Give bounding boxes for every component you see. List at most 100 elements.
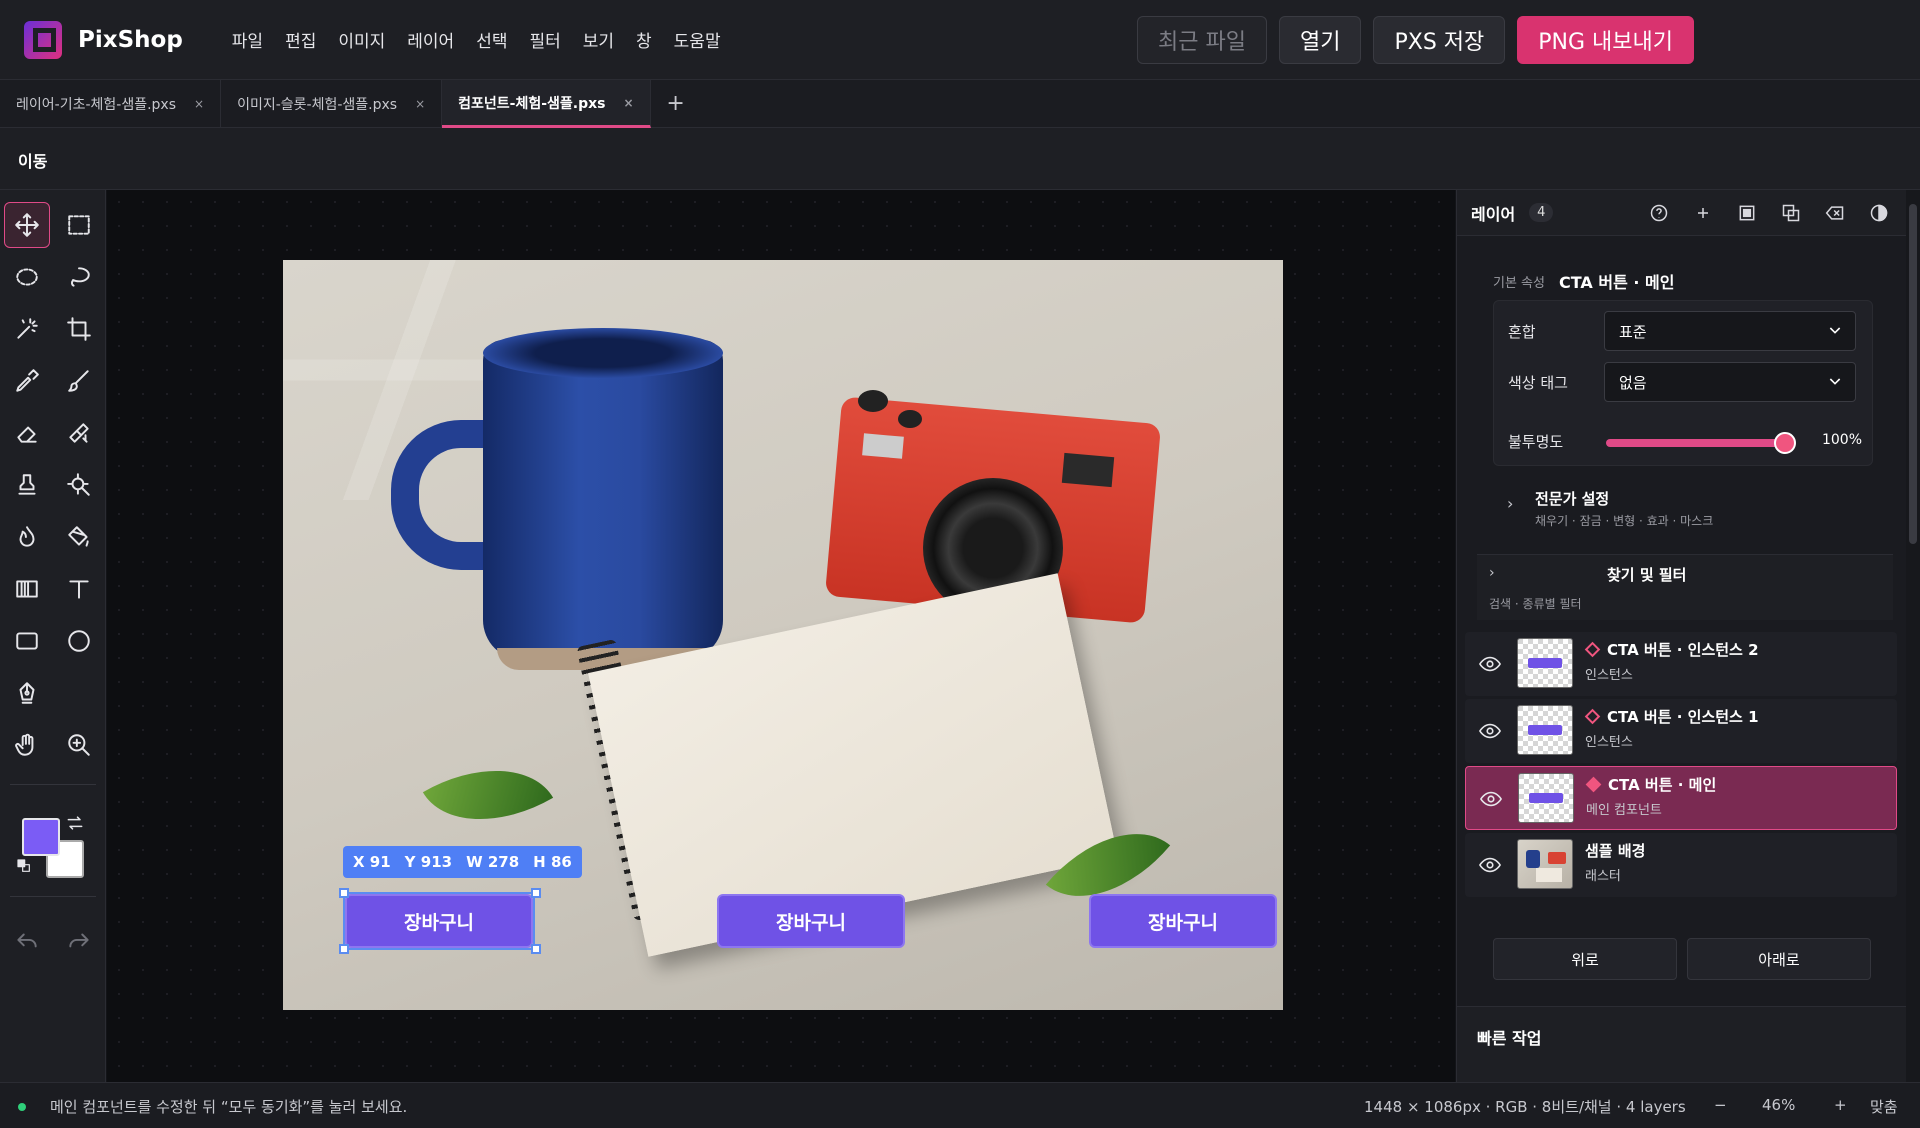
cta-label: 장바구니 xyxy=(1148,911,1218,934)
camera-viewfinder xyxy=(862,433,904,459)
brush-icon xyxy=(68,370,89,392)
color-tag-select[interactable]: 없음 xyxy=(1604,362,1856,402)
fill-tool[interactable] xyxy=(56,514,102,560)
burn-tool[interactable] xyxy=(4,514,50,560)
magic-wand-tool[interactable] xyxy=(4,306,50,352)
redo-button[interactable] xyxy=(56,918,102,964)
healing-tool[interactable] xyxy=(56,410,102,456)
toolbar-divider xyxy=(10,896,96,897)
mask-button[interactable] xyxy=(1732,198,1762,228)
tab-component[interactable]: 컴포넌트-체험-샘플.pxs × xyxy=(442,80,651,128)
fit-button[interactable]: 맞춤 xyxy=(1870,1096,1898,1117)
canvas-area[interactable]: 장바구니 장바구니 장바구니 X 91 Y 913 W 278 H 86 xyxy=(107,190,1455,1082)
move-down-button[interactable]: 아래로 xyxy=(1687,938,1871,980)
menu-edit[interactable]: 편집 xyxy=(274,27,327,52)
readout-x: X 91 xyxy=(353,853,391,871)
props-layer-name: CTA 버튼 · 메인 xyxy=(1559,273,1675,292)
duplicate-button[interactable] xyxy=(1776,198,1806,228)
layer-row[interactable]: 샘플 배경 래스터 xyxy=(1465,833,1897,897)
layer-list: CTA 버튼 · 인스턴스 2 인스턴스 CTA 버튼 · 인스턴스 1 인스턴… xyxy=(1465,632,1897,900)
marquee-tool[interactable] xyxy=(56,202,102,248)
visibility-toggle[interactable] xyxy=(1478,721,1502,741)
sharpen-tool[interactable] xyxy=(56,462,102,508)
visibility-toggle[interactable] xyxy=(1478,855,1502,875)
resize-handle-br[interactable] xyxy=(531,944,541,954)
hand-tool[interactable] xyxy=(4,722,50,768)
pen-tool[interactable] xyxy=(4,670,50,716)
text-tool[interactable] xyxy=(56,566,102,612)
panel-header: 레이어 4 xyxy=(1457,190,1906,236)
menu-file[interactable]: 파일 xyxy=(221,27,274,52)
resize-handle-tl[interactable] xyxy=(339,888,349,898)
move-up-button[interactable]: 위로 xyxy=(1493,938,1677,980)
swap-colors-button[interactable] xyxy=(62,810,88,836)
move-tool[interactable] xyxy=(4,202,50,248)
menu-view[interactable]: 보기 xyxy=(572,27,625,52)
undo-icon xyxy=(17,933,37,948)
menu-window[interactable]: 창 xyxy=(625,27,663,52)
tab-layer-basics[interactable]: 레이어-기초-체험-샘플.pxs × xyxy=(0,80,222,128)
layer-row-selected[interactable]: CTA 버튼 · 메인 메인 컴포넌트 xyxy=(1465,766,1897,830)
artboard[interactable]: 장바구니 장바구니 장바구니 X 91 Y 913 W 278 H 86 xyxy=(283,260,1283,1010)
zoom-tool[interactable] xyxy=(56,722,102,768)
blend-mode-select[interactable]: 표준 xyxy=(1604,311,1856,351)
eraser-tool[interactable] xyxy=(4,410,50,456)
scrollbar-thumb[interactable] xyxy=(1909,204,1917,544)
find-filter-toggle[interactable]: › 찾기 및 필터 검색 · 종류별 필터 xyxy=(1477,554,1893,620)
opacity-slider[interactable] xyxy=(1606,439,1782,447)
help-button[interactable] xyxy=(1644,198,1674,228)
layer-row[interactable]: CTA 버튼 · 인스턴스 2 인스턴스 xyxy=(1465,632,1897,696)
rectangle-tool[interactable] xyxy=(4,618,50,664)
mug-rim xyxy=(483,328,723,378)
close-icon[interactable]: × xyxy=(624,96,634,110)
close-icon[interactable]: × xyxy=(415,97,425,111)
visibility-toggle[interactable] xyxy=(1478,654,1502,674)
cta-button-instance-1[interactable]: 장바구니 xyxy=(717,894,905,948)
find-subtitle: 검색 · 종류별 필터 xyxy=(1489,597,1582,611)
foreground-color-swatch[interactable] xyxy=(22,818,60,856)
props-section-label: 기본 속성 xyxy=(1493,276,1545,291)
open-button[interactable]: 열기 xyxy=(1279,16,1362,64)
adjustment-button[interactable] xyxy=(1864,198,1894,228)
move-icon xyxy=(15,213,39,237)
undo-button[interactable] xyxy=(4,918,50,964)
active-tool-name: 이동 xyxy=(18,152,48,171)
resize-handle-bl[interactable] xyxy=(339,944,349,954)
recent-files-button[interactable]: 최근 파일 xyxy=(1137,16,1267,64)
add-layer-button[interactable] xyxy=(1688,198,1718,228)
menu-filter[interactable]: 필터 xyxy=(518,27,571,52)
opacity-slider-thumb[interactable] xyxy=(1774,432,1796,454)
zoom-in-button[interactable]: + xyxy=(1834,1096,1847,1114)
resize-handle-tr[interactable] xyxy=(531,888,541,898)
export-png-button[interactable]: PNG 내보내기 xyxy=(1517,16,1694,64)
status-message: 메인 컴포넌트를 수정한 뒤 “모두 동기화”를 눌러 보세요. xyxy=(50,1098,408,1116)
expert-settings-toggle[interactable]: › 전문가 설정 채우기 · 잠금 · 변형 · 효과 · 마스크 xyxy=(1493,474,1893,536)
menu-image[interactable]: 이미지 xyxy=(327,27,396,52)
panel-scrollbar[interactable] xyxy=(1906,190,1920,1082)
lasso-tool[interactable] xyxy=(56,254,102,300)
selection-box[interactable] xyxy=(343,892,535,950)
new-tab-button[interactable]: + xyxy=(651,80,701,127)
delete-layer-button[interactable] xyxy=(1820,198,1850,228)
readout-w: W 278 xyxy=(466,853,520,871)
menu-select[interactable]: 선택 xyxy=(465,27,518,52)
gradient-tool[interactable] xyxy=(4,566,50,612)
save-pxs-button[interactable]: PXS 저장 xyxy=(1373,16,1506,64)
menu-help[interactable]: 도움말 xyxy=(663,27,732,52)
cta-button-instance-2[interactable]: 장바구니 xyxy=(1089,894,1277,948)
layer-name: 샘플 배경 xyxy=(1585,842,1646,860)
visibility-toggle[interactable] xyxy=(1479,789,1503,809)
ellipse-tool[interactable] xyxy=(56,618,102,664)
menu-layer[interactable]: 레이어 xyxy=(396,27,465,52)
layer-row[interactable]: CTA 버튼 · 인스턴스 1 인스턴스 xyxy=(1465,699,1897,763)
brush-tool[interactable] xyxy=(56,358,102,404)
zoom-out-button[interactable]: − xyxy=(1714,1096,1727,1114)
stamp-tool[interactable] xyxy=(4,462,50,508)
crop-tool[interactable] xyxy=(56,306,102,352)
reset-colors-button[interactable] xyxy=(14,856,34,876)
ellipse-select-tool[interactable] xyxy=(4,254,50,300)
eyedropper-tool[interactable] xyxy=(4,358,50,404)
status-bar: 메인 컴포넌트를 수정한 뒤 “모두 동기화”를 눌러 보세요. 1448 × … xyxy=(0,1082,1920,1128)
tab-image-slot[interactable]: 이미지-슬롯-체험-샘플.pxs × xyxy=(221,80,443,128)
close-icon[interactable]: × xyxy=(194,97,204,111)
